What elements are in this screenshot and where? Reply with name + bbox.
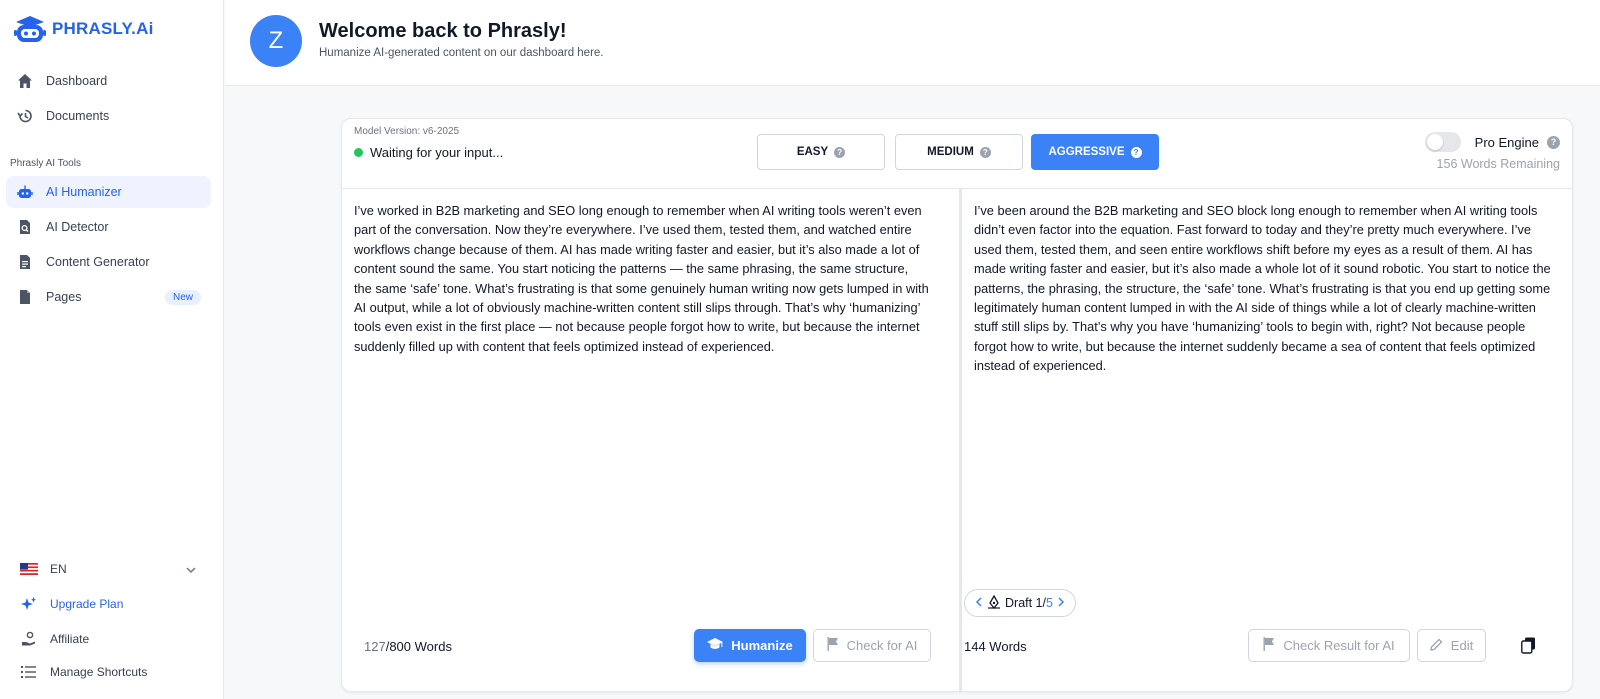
pro-engine-toggle[interactable] xyxy=(1424,132,1461,152)
page-header: Z Welcome back to Phrasly! Humanize AI-g… xyxy=(225,0,1600,86)
us-flag-icon xyxy=(20,563,38,575)
check-for-ai-button[interactable]: Check for AI xyxy=(813,629,931,662)
flag-icon xyxy=(1263,637,1275,654)
affiliate-label: Affiliate xyxy=(50,632,90,646)
mode-aggressive-button[interactable]: AGGRESSIVE ? xyxy=(1031,134,1159,170)
manage-shortcuts-link[interactable]: Manage Shortcuts xyxy=(20,665,147,679)
sidebar-item-label: Pages xyxy=(46,290,82,304)
sidebar-item-label: AI Detector xyxy=(46,220,109,234)
humanize-button[interactable]: Humanize xyxy=(694,629,806,662)
status-text: Waiting for your input... xyxy=(370,145,504,160)
upgrade-plan-link[interactable]: Upgrade Plan xyxy=(20,596,123,612)
sparkle-icon xyxy=(20,596,38,612)
hand-coin-icon xyxy=(20,631,38,647)
output-text-area[interactable]: I’ve been around the B2B marketing and S… xyxy=(974,201,1554,376)
graduation-cap-icon xyxy=(707,637,724,654)
document-icon xyxy=(16,253,34,271)
chevron-right-icon[interactable] xyxy=(1057,596,1065,610)
flag-icon xyxy=(827,637,839,654)
status-dot-icon xyxy=(354,148,363,157)
model-version: Model Version: v6-2025 xyxy=(354,126,460,137)
help-icon[interactable]: ? xyxy=(1547,135,1560,149)
pro-engine-control: Pro Engine ? xyxy=(1424,132,1560,152)
draft-total: 5 xyxy=(1046,596,1053,610)
home-icon xyxy=(16,72,34,90)
input-word-limit: /800 Words xyxy=(385,639,452,654)
help-icon[interactable]: ? xyxy=(1130,146,1142,158)
avatar[interactable]: Z xyxy=(250,15,302,67)
sidebar-item-dashboard[interactable]: Dashboard xyxy=(6,65,211,97)
sidebar: PHRASLY.Ai Dashboard Documents Phrasly A… xyxy=(0,0,224,699)
input-word-count-value: 127 xyxy=(364,639,386,654)
status-indicator: Waiting for your input... xyxy=(354,145,503,160)
draft-label-text: Draft 1/ xyxy=(1005,596,1046,610)
words-remaining: 156 Words Remaining xyxy=(1436,157,1560,171)
pen-tool-icon xyxy=(987,594,1001,612)
edit-button[interactable]: Edit xyxy=(1417,629,1486,662)
input-text-area[interactable]: I’ve worked in B2B marketing and SEO lon… xyxy=(354,201,929,356)
sidebar-item-label: Content Generator xyxy=(46,255,150,269)
help-icon[interactable]: ? xyxy=(979,146,991,158)
page-subtitle: Humanize AI-generated content on our das… xyxy=(319,47,604,59)
edit-label: Edit xyxy=(1450,638,1474,653)
mode-aggressive-label: AGGRESSIVE xyxy=(1048,146,1125,158)
help-icon[interactable]: ? xyxy=(834,146,846,158)
input-word-count: 127/800 Words xyxy=(364,639,452,654)
check-result-label: Check Result for AI xyxy=(1283,638,1395,653)
tools-section-label: Phrasly AI Tools xyxy=(10,158,81,169)
mode-easy-label: EASY xyxy=(796,146,829,158)
mode-easy-button[interactable]: EASY ? xyxy=(757,134,885,170)
humanize-label: Humanize xyxy=(731,638,793,653)
page-title: Welcome back to Phrasly! xyxy=(319,20,567,42)
list-icon xyxy=(20,665,38,679)
new-badge: New xyxy=(164,289,201,305)
logo[interactable]: PHRASLY.Ai xyxy=(12,14,154,44)
sidebar-item-label: AI Humanizer xyxy=(46,185,122,199)
sidebar-item-content-generator[interactable]: Content Generator xyxy=(6,246,211,278)
pro-engine-label: Pro Engine xyxy=(1474,134,1539,150)
check-result-for-ai-button[interactable]: Check Result for AI xyxy=(1248,629,1410,662)
draft-navigator: Draft 1/5 xyxy=(964,589,1076,617)
history-icon xyxy=(16,107,34,125)
page-icon xyxy=(16,288,34,306)
sidebar-item-ai-humanizer[interactable]: AI Humanizer xyxy=(6,176,211,208)
sidebar-item-ai-detector[interactable]: AI Detector xyxy=(6,211,211,243)
check-for-ai-label: Check for AI xyxy=(846,638,918,653)
editor-toolbar: Model Version: v6-2025 Waiting for your … xyxy=(342,119,1572,189)
pencil-icon xyxy=(1430,638,1443,654)
search-document-icon xyxy=(16,218,34,236)
output-word-count: 144 Words xyxy=(964,639,1027,654)
language-selector[interactable]: EN xyxy=(20,562,196,576)
robot-logo-icon xyxy=(14,16,46,42)
chevron-left-icon[interactable] xyxy=(975,596,983,610)
chevron-down-icon xyxy=(186,562,196,576)
logo-text: PHRASLY.Ai xyxy=(52,19,154,38)
pane-divider[interactable] xyxy=(959,189,962,691)
manage-shortcuts-label: Manage Shortcuts xyxy=(50,665,148,679)
language-label: EN xyxy=(50,562,67,576)
humanizer-card: Model Version: v6-2025 Waiting for your … xyxy=(341,118,1573,692)
mode-medium-button[interactable]: MEDIUM ? xyxy=(895,134,1023,170)
mode-medium-label: MEDIUM xyxy=(927,146,974,158)
sidebar-item-pages[interactable]: Pages New xyxy=(6,281,211,313)
copy-icon[interactable] xyxy=(1518,635,1538,655)
upgrade-plan-label: Upgrade Plan xyxy=(50,597,124,611)
sidebar-item-label: Documents xyxy=(46,109,110,123)
robot-icon xyxy=(16,183,34,201)
draft-label: Draft 1/5 xyxy=(1005,596,1053,610)
affiliate-link[interactable]: Affiliate xyxy=(20,631,89,647)
sidebar-item-label: Dashboard xyxy=(46,74,108,88)
sidebar-item-documents[interactable]: Documents xyxy=(6,100,211,132)
